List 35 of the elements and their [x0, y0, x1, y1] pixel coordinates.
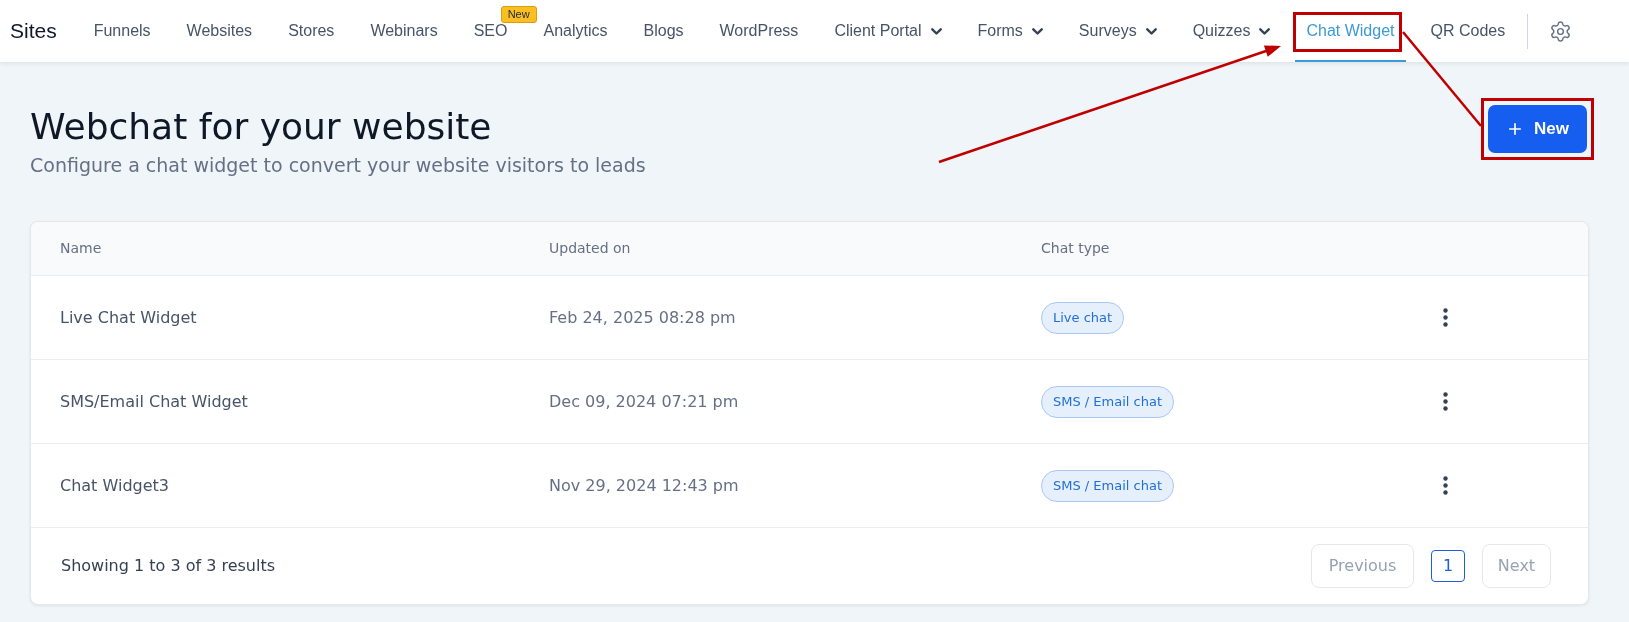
page-subtitle: Configure a chat widget to convert your website visitors to leads — [30, 153, 646, 177]
more-options-icon[interactable] — [1443, 392, 1448, 411]
chat-type-tag: Live chat — [1041, 301, 1125, 334]
nav-tab[interactable]: QR Codes — [1419, 2, 1517, 62]
table-cell-text: Chat Widget3 — [60, 474, 169, 497]
chat-type-tag: SMS / Email chat — [1041, 385, 1174, 418]
new-badge: New — [500, 6, 537, 23]
nav-tab[interactable]: WordPress — [708, 2, 810, 62]
nav-tab[interactable]: Webinars — [359, 2, 449, 62]
plus-icon — [1506, 120, 1524, 138]
table-cell-text: Feb 24, 2025 08:28 pm — [549, 306, 736, 329]
column-header: Name — [60, 239, 102, 258]
chat-type-tag: SMS / Email chat — [1041, 469, 1174, 502]
nav-tab[interactable]: Quizzes — [1181, 2, 1282, 62]
new-button[interactable]: New — [1488, 105, 1587, 153]
nav-tab[interactable]: Forms — [966, 2, 1054, 62]
nav-tab[interactable]: Stores — [277, 2, 346, 62]
nav-tab[interactable]: Client Portal — [823, 2, 953, 62]
table-cell-text: Nov 29, 2024 12:43 pm — [549, 474, 739, 497]
column-header: Updated on — [549, 239, 631, 258]
nav-tab[interactable]: Surveys — [1067, 2, 1168, 62]
table-cell-text: Live Chat Widget — [60, 306, 197, 329]
more-options-icon[interactable] — [1443, 308, 1448, 327]
nav-tab[interactable]: Websites — [175, 2, 264, 62]
settings-icon[interactable] — [1549, 19, 1573, 43]
column-header: Chat type — [1041, 239, 1110, 258]
nav-tab[interactable]: Blogs — [632, 2, 695, 62]
table-cell-text: SMS/Email Chat Widget — [60, 390, 248, 413]
more-options-icon[interactable] — [1443, 476, 1448, 495]
table-cell-text: Dec 09, 2024 07:21 pm — [549, 390, 739, 413]
page-number-button[interactable]: 1 — [1431, 550, 1465, 582]
page-title: Webchat for your website — [30, 105, 493, 149]
results-summary: Showing 1 to 3 of 3 results — [61, 555, 276, 577]
nav-tab[interactable]: Funnels — [82, 2, 162, 62]
app-title: Sites — [10, 18, 57, 45]
